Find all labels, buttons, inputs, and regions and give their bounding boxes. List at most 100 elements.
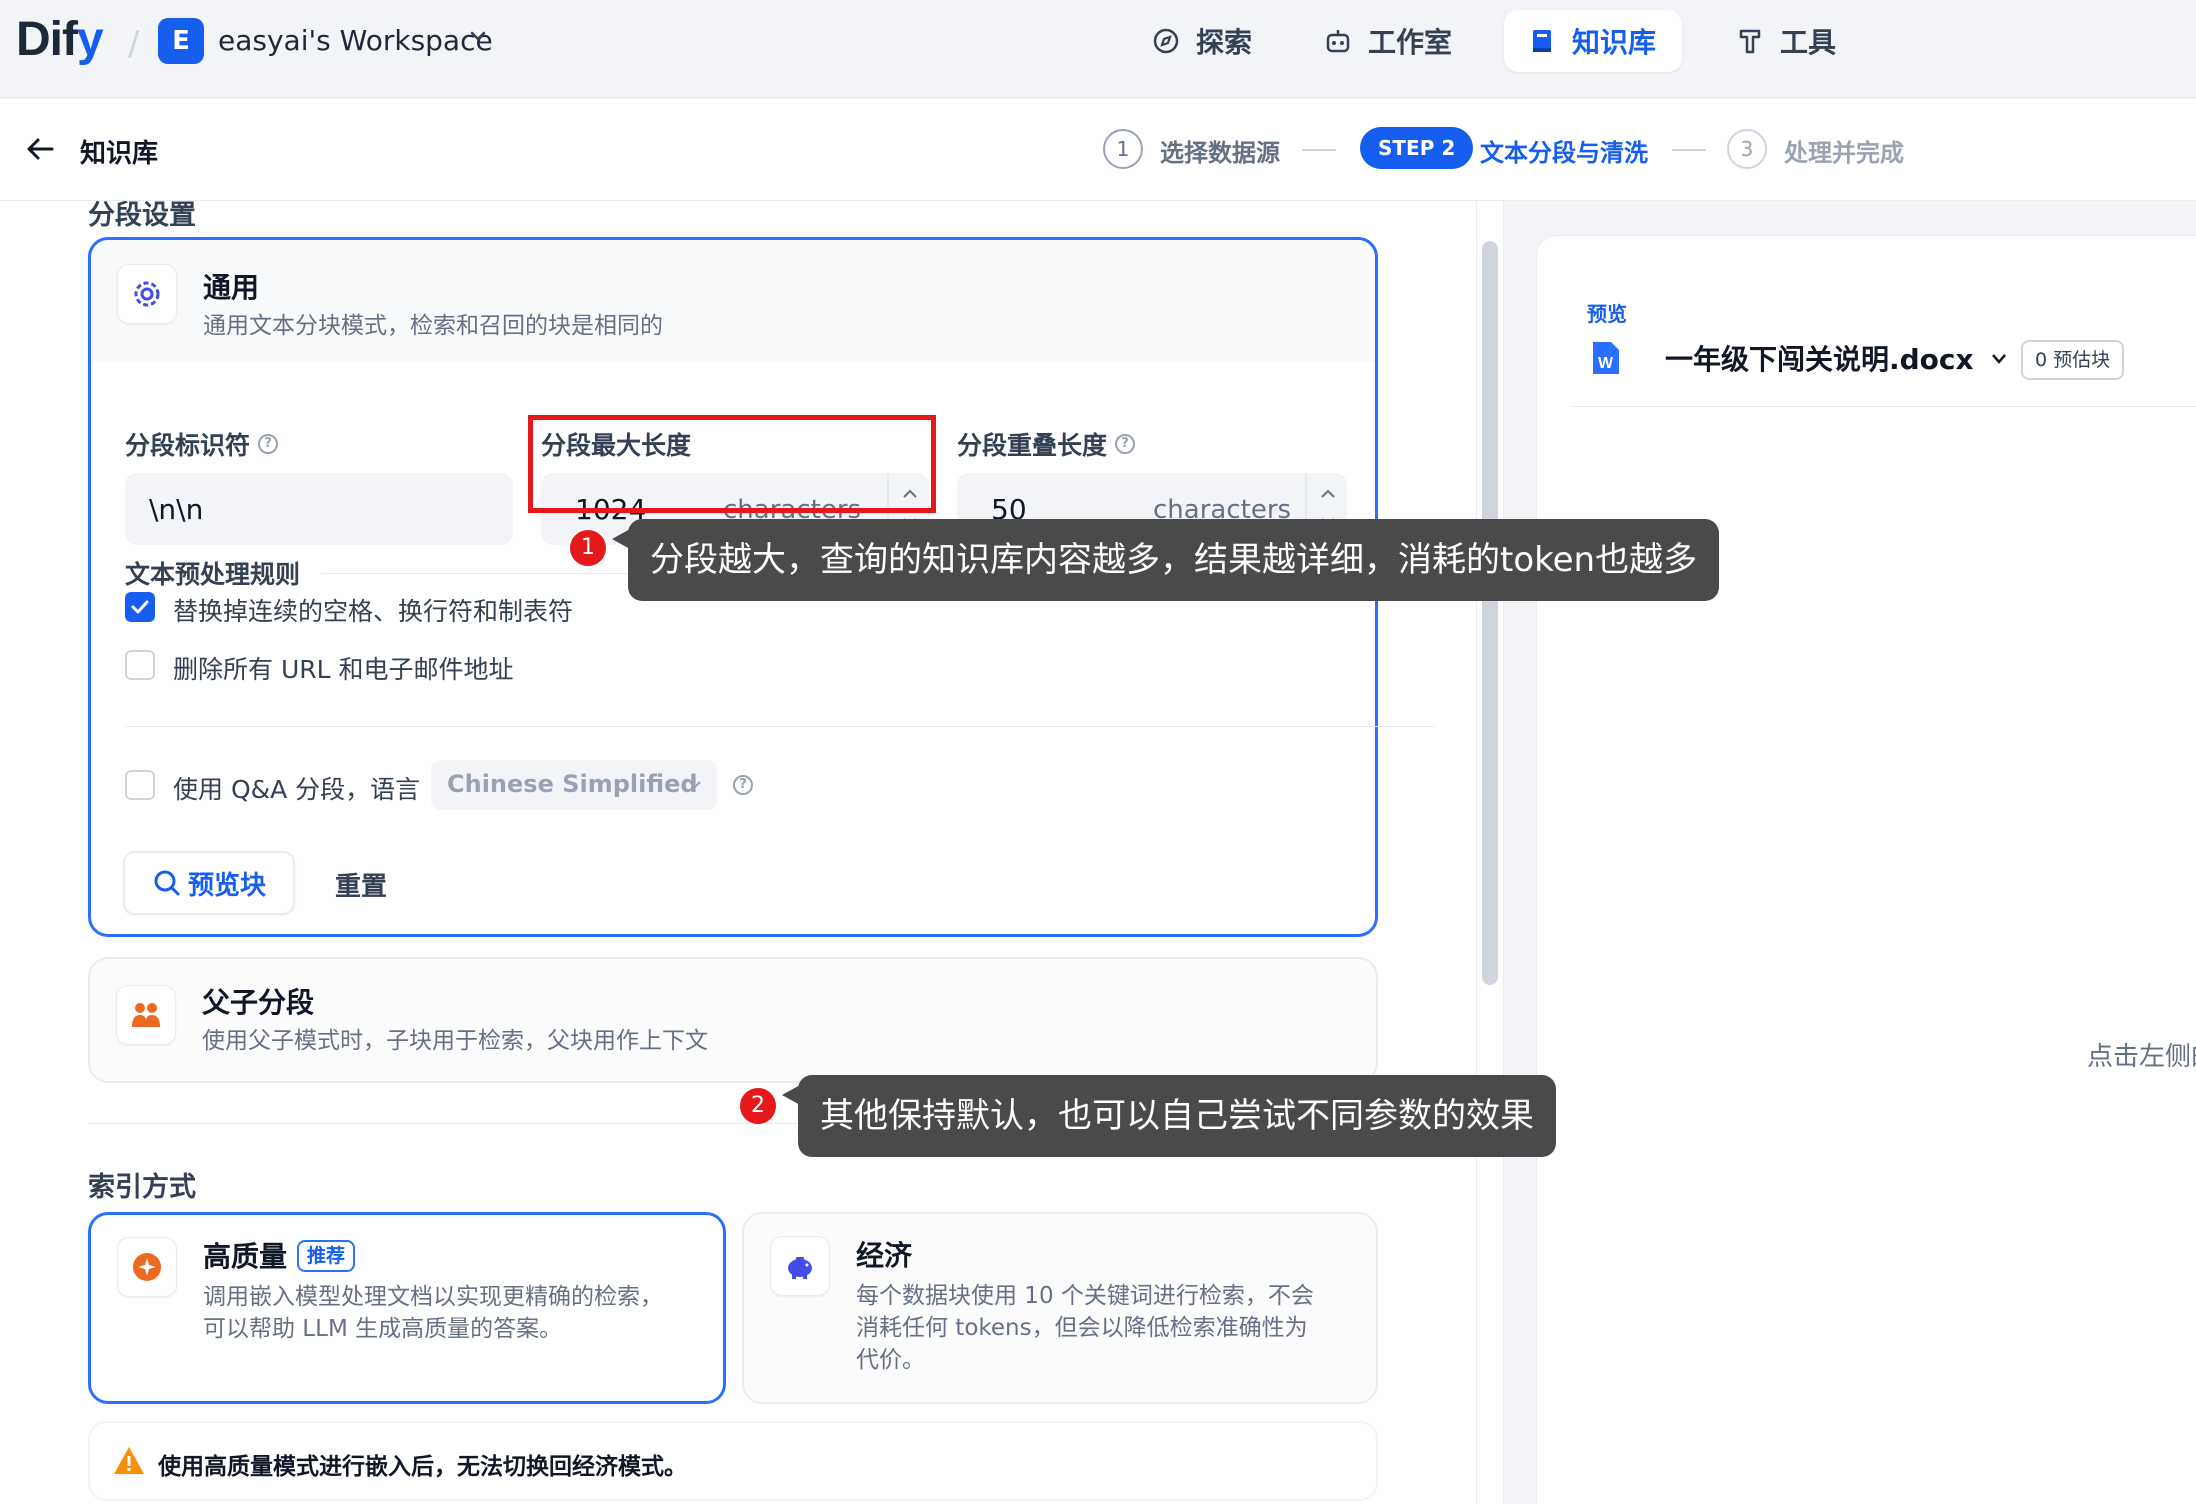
nav-tools-label: 工具 — [1780, 26, 1837, 59]
step-1-label: 选择数据源 — [1160, 139, 1280, 167]
economy-desc-line: 代价。 — [856, 1347, 925, 1373]
chevron-down-icon[interactable] — [468, 26, 488, 46]
piggy-bank-icon — [788, 1257, 812, 1279]
high-quality-desc: 调用嵌入模型处理文档以实现更精确的检索， 可以帮助 LLM 生成高质量的答案。 — [203, 1281, 663, 1345]
separator: / — [128, 24, 140, 64]
highlight-box — [528, 415, 936, 513]
annotation-marker-2: 2 — [738, 1086, 778, 1126]
search-icon — [154, 870, 180, 896]
economy-icon-tile — [770, 1236, 830, 1296]
rule-url-label[interactable]: 删除所有 URL 和电子邮件地址 — [173, 650, 514, 686]
overlap-label: 分段重叠长度? — [957, 426, 1136, 462]
chevron-up-icon[interactable] — [1319, 487, 1337, 501]
step-3-number: 3 — [1727, 129, 1767, 169]
warning-icon — [114, 1447, 144, 1474]
identifier-input[interactable]: \n\n — [125, 473, 513, 545]
estimated-chunks-badge: 0 预估块 — [2021, 340, 2125, 380]
identifier-label-text: 分段标识符 — [125, 431, 251, 460]
economy-desc: 每个数据块使用 10 个关键词进行检索，不会 消耗任何 tokens，但会以降低… — [856, 1280, 1314, 1376]
book-icon — [1533, 30, 1551, 52]
overlap-label-text: 分段重叠长度 — [957, 431, 1108, 460]
identifier-label: 分段标识符? — [125, 426, 279, 462]
preview-chunks-label: 预览块 — [187, 870, 266, 901]
sparkle-icon — [133, 1253, 161, 1281]
compass-icon — [1153, 28, 1179, 54]
preview-panel: 预览 W 一年级下闯关说明.docx 0 预估块 点击左侧的 — [1504, 201, 2196, 1504]
parent-child-icon-tile — [116, 985, 176, 1045]
parent-child-desc: 使用父子模式时，子块用于检索，父块用作上下文 — [202, 1028, 708, 1054]
rule-whitespace-checkbox[interactable] — [125, 592, 155, 622]
qa-language-value: Chinese Simplified — [447, 770, 698, 798]
workspace-avatar[interactable]: E — [158, 18, 204, 64]
nav-knowledge[interactable]: 知识库 — [1504, 10, 1682, 72]
economy-card[interactable]: 经济 每个数据块使用 10 个关键词进行检索，不会 消耗任何 tokens，但会… — [742, 1212, 1378, 1404]
rule-url-checkbox[interactable] — [125, 650, 155, 680]
workspace-name[interactable]: easyai's Workspace — [218, 24, 493, 57]
document-name[interactable]: 一年级下闯关说明.docx — [1665, 338, 1974, 378]
help-icon[interactable]: ? — [258, 434, 279, 454]
nav-studio-label: 工作室 — [1368, 26, 1453, 59]
gear-icon — [134, 281, 160, 307]
step-3-label: 处理并完成 — [1784, 139, 1904, 167]
word-doc-icon: W — [1593, 342, 1619, 374]
reset-button[interactable]: 重置 — [335, 866, 387, 903]
annotation-tooltip-1: 分段越大，查询的知识库内容越多，结果越详细，消耗的token也越多 — [611, 519, 1720, 601]
parent-child-title: 父子分段 — [202, 986, 315, 1019]
general-card-header — [91, 240, 1375, 362]
step-connector — [1302, 149, 1336, 151]
index-section-title: 索引方式 — [88, 1172, 196, 1203]
segment-settings-panel: 分段设置 通用 通用文本分块模式，检索和召回的块是相同的 分段标识符? \n\n… — [0, 201, 1476, 1504]
index-warning: 使用高质量模式进行嵌入后，无法切换回经济模式。 — [88, 1421, 1378, 1501]
recommended-badge: 推荐 — [297, 1240, 356, 1272]
preview-divider — [1570, 406, 2196, 407]
step-connector — [1672, 149, 1706, 151]
segment-section-title: 分段设置 — [88, 201, 196, 231]
divider — [125, 726, 1435, 727]
high-quality-icon-tile — [117, 1237, 177, 1297]
parent-child-mode-card[interactable]: 父子分段 使用父子模式时，子块用于检索，父块用作上下文 — [88, 957, 1378, 1083]
family-icon — [132, 1003, 160, 1027]
top-navbar: Dify / E easyai's Workspace 探索 工作室 知识库 工… — [0, 0, 2196, 98]
qa-language-select[interactable]: Chinese Simplified — [431, 760, 717, 810]
identifier-value: \n\n — [149, 493, 204, 526]
annotation-marker-1: 1 — [568, 528, 608, 568]
preview-card: 预览 W 一年级下闯关说明.docx 0 预估块 点击左侧的 — [1536, 235, 2196, 1504]
help-icon[interactable]: ? — [733, 775, 753, 795]
general-desc: 通用文本分块模式，检索和召回的块是相同的 — [203, 313, 663, 339]
general-title: 通用 — [203, 271, 260, 304]
check-icon — [131, 600, 149, 614]
warning-text: 使用高质量模式进行嵌入后，无法切换回经济模式。 — [158, 1454, 687, 1480]
nav-tools[interactable]: 工具 — [1712, 10, 1858, 72]
rule-whitespace-label[interactable]: 替换掉连续的空格、换行符和制表符 — [173, 592, 573, 628]
robot-icon — [1326, 30, 1350, 53]
high-quality-card[interactable]: 高质量 推荐 调用嵌入模型处理文档以实现更精确的检索， 可以帮助 LLM 生成高质… — [88, 1212, 726, 1404]
qa-label[interactable]: 使用 Q&A 分段，语言 — [173, 770, 420, 806]
high-quality-desc-line: 可以帮助 LLM 生成高质量的答案。 — [203, 1316, 563, 1342]
preview-tag: 预览 — [1587, 302, 1627, 326]
step-2-badge: STEP 2 — [1360, 127, 1474, 169]
gear-icon-tile — [117, 264, 177, 324]
nav-knowledge-label: 知识库 — [1572, 26, 1657, 59]
svg-text:W: W — [1598, 355, 1614, 372]
breadcrumb[interactable]: 知识库 — [80, 133, 158, 170]
preview-chunks-button[interactable]: 预览块 — [123, 851, 295, 915]
dify-logo[interactable]: Dify — [16, 12, 104, 67]
step-header: 知识库 1 选择数据源 STEP 2 文本分段与清洗 3 处理并完成 — [0, 99, 2196, 201]
high-quality-title-text: 高质量 — [203, 1240, 288, 1273]
qa-checkbox[interactable] — [125, 770, 155, 800]
nav-studio[interactable]: 工作室 — [1300, 10, 1474, 72]
scrollbar-thumb[interactable] — [1482, 241, 1498, 985]
back-arrow-icon[interactable] — [22, 131, 58, 167]
preprocess-rules-label: 文本预处理规则 — [125, 560, 301, 589]
step-2-label: 文本分段与清洗 — [1480, 139, 1648, 167]
high-quality-desc-line: 调用嵌入模型处理文档以实现更精确的检索， — [203, 1284, 663, 1310]
help-icon[interactable]: ? — [1115, 434, 1136, 454]
high-quality-title: 高质量 推荐 — [203, 1235, 356, 1275]
economy-desc-line: 每个数据块使用 10 个关键词进行检索，不会 — [856, 1283, 1314, 1309]
preview-hint: 点击左侧的 — [2087, 1042, 2196, 1072]
economy-desc-line: 消耗任何 tokens，但会以降低检索准确性为 — [856, 1315, 1308, 1341]
chevron-down-icon — [689, 781, 701, 789]
hammer-icon — [1739, 29, 1761, 54]
chevron-down-icon[interactable] — [1989, 350, 2009, 368]
nav-explore[interactable]: 探索 — [1128, 10, 1274, 72]
